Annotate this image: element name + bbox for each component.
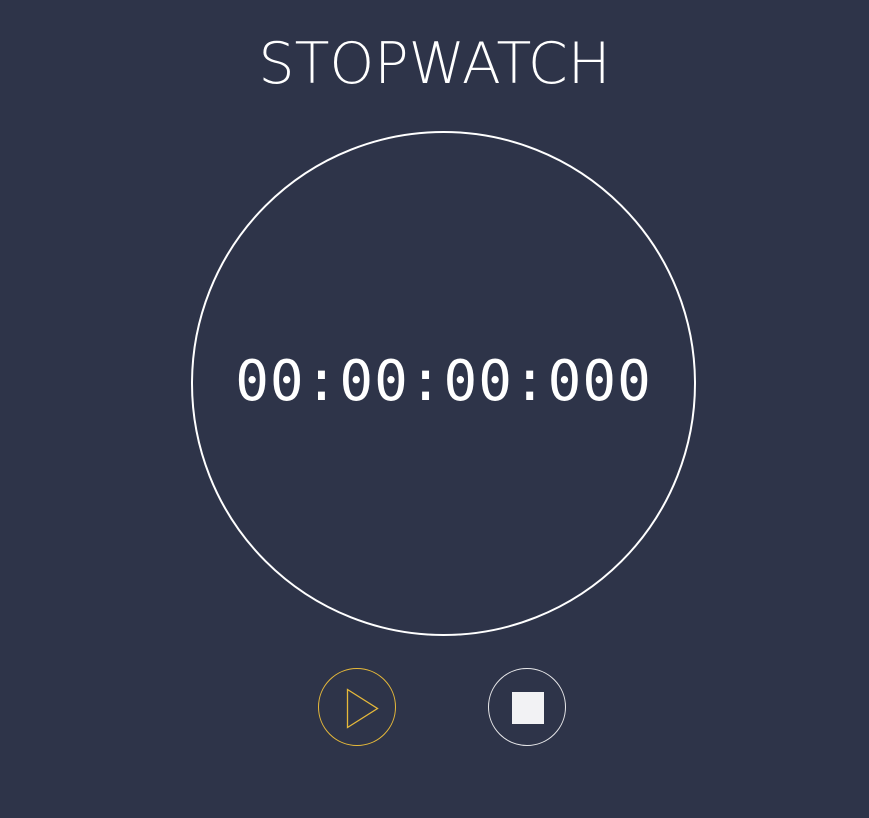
stop-button[interactable] xyxy=(488,668,566,746)
start-button[interactable] xyxy=(318,668,396,746)
time-readout: 00:00:00:000 xyxy=(235,349,652,414)
stop-icon xyxy=(512,692,544,724)
stopwatch-dial: 00:00:00:000 xyxy=(191,131,696,636)
play-icon xyxy=(346,688,379,729)
page-title: STOPWATCH xyxy=(258,31,611,97)
